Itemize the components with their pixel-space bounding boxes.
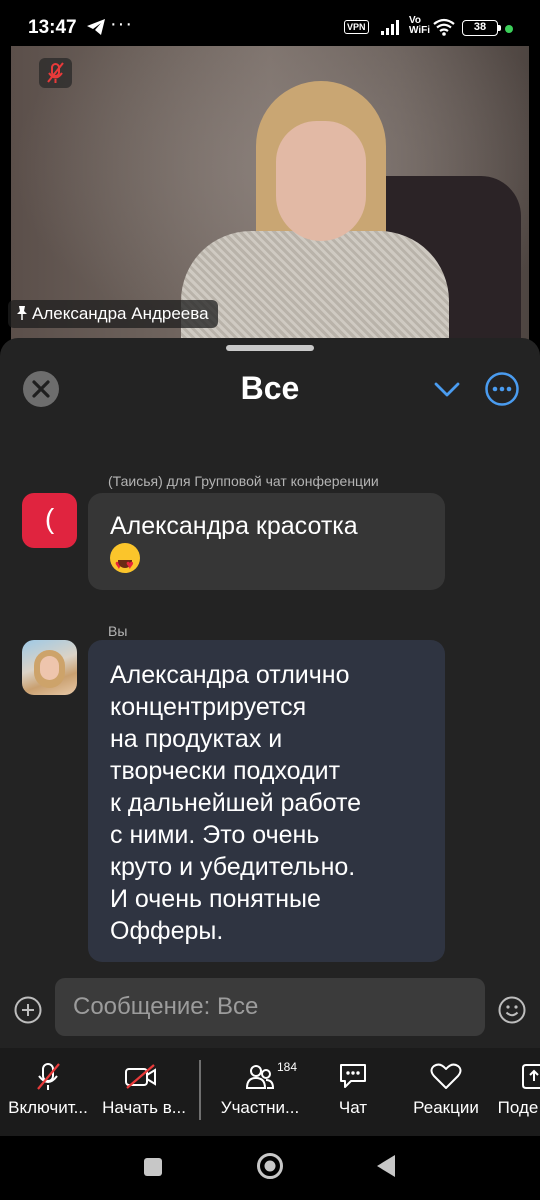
toolbar-label: Поде (497, 1098, 539, 1117)
system-navigation-bar (0, 1136, 540, 1200)
sheet-drag-handle[interactable] (226, 345, 314, 351)
toolbar-label: Включит... (8, 1098, 88, 1117)
privacy-dot (505, 25, 513, 33)
participant-name: Александра Андреева (32, 304, 209, 323)
message-input[interactable]: Сообщение: Все (55, 978, 485, 1036)
pin-icon (17, 306, 27, 320)
mic-off-icon (37, 1063, 60, 1090)
meeting-toolbar: Включит... Начать в... 184 Участни... Ча… (0, 1048, 540, 1136)
heart-icon (430, 1063, 462, 1089)
toolbar-separator (199, 1060, 201, 1120)
vpn-indicator: VPN (344, 20, 369, 34)
emoji-picker-icon[interactable] (497, 995, 527, 1025)
video-person-body (181, 231, 449, 346)
toolbar-unmute-button[interactable]: Включит... (0, 1048, 96, 1136)
message-bubble-own[interactable]: Александра отлично концентрируется на пр… (88, 640, 445, 962)
battery-indicator: 38 (462, 20, 501, 36)
recipient-dropdown-button[interactable] (432, 376, 462, 402)
status-bar: 13:47 ··· VPN Vo WiFi 38 (0, 0, 540, 50)
participant-name-tag: Александра Андреева (8, 300, 218, 328)
chat-icon (340, 1064, 366, 1088)
recents-button[interactable] (144, 1158, 162, 1176)
home-button-icon[interactable] (256, 1152, 284, 1180)
chat-sheet: Все (Таисья) для Групповой чат конференц… (0, 338, 540, 1050)
toolbar-chat-button[interactable]: Чат (318, 1048, 388, 1136)
message-meta: (Таисья) для Групповой чат конференции (108, 473, 379, 489)
add-attachment-icon[interactable] (13, 995, 43, 1025)
more-options-button[interactable] (484, 371, 520, 407)
telegram-icon (87, 19, 105, 35)
wifi-icon (433, 18, 455, 36)
toolbar-label: Реакции (413, 1098, 479, 1117)
toolbar-share-button[interactable]: Поде (494, 1048, 540, 1136)
signal-icon (381, 20, 399, 35)
message-bubble[interactable]: Александра красотка (88, 493, 445, 590)
toolbar-label: Начать в... (102, 1098, 186, 1117)
message-meta: Вы (108, 623, 128, 639)
video-person-face (276, 121, 366, 241)
message-text: Александра красотка (110, 512, 358, 540)
mic-muted-badge (39, 58, 72, 88)
back-button-icon[interactable] (374, 1153, 398, 1179)
vowifi-indicator: Vo WiFi (409, 15, 431, 36)
participants-count-badge: 184 (277, 1060, 298, 1074)
heart-eyes-emoji-icon (110, 543, 140, 581)
toolbar-participants-button[interactable]: 184 Участни... (212, 1048, 308, 1136)
my-avatar[interactable] (22, 640, 77, 695)
mic-muted-icon (47, 62, 64, 83)
toolbar-start-video-button[interactable]: Начать в... (96, 1048, 192, 1136)
more-notifications-icon: ··· (110, 13, 133, 35)
toolbar-reactions-button[interactable]: Реакции (400, 1048, 492, 1136)
share-icon (522, 1064, 540, 1089)
status-time: 13:47 (28, 17, 77, 38)
toolbar-label: Участни... (220, 1098, 300, 1117)
sender-avatar[interactable]: ( (22, 493, 77, 548)
toolbar-label: Чат (338, 1098, 368, 1117)
participants-icon (245, 1065, 275, 1089)
video-off-icon (125, 1064, 156, 1089)
chevron-down-icon (434, 382, 460, 397)
more-options-icon (485, 372, 519, 406)
